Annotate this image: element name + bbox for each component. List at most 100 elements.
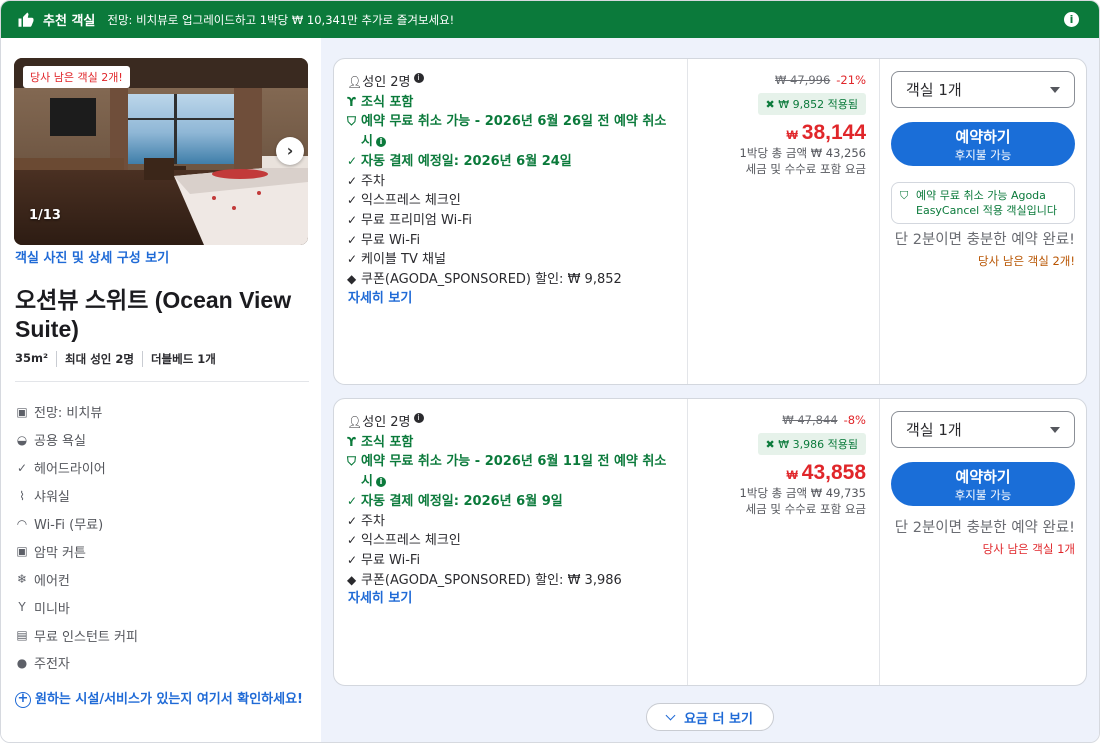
guests-row: 👤︎ 성인 2명 i bbox=[347, 413, 677, 433]
coupon-applied-badge: ✖︎ ₩ 9,852 적용됨 bbox=[757, 93, 866, 115]
check-icon: ✓ bbox=[347, 173, 358, 188]
feature-text: 익스프레스 체크인 bbox=[361, 533, 461, 549]
facility-check-text: 원하는 시설/서비스가 있는지 여기서 확인하세요! bbox=[35, 692, 303, 707]
original-price: ₩ 47,996 bbox=[775, 73, 831, 87]
room-info-panel: 당사 남은 객실 2개! › 1/13 객실 사진 및 상세 구성 보기 오션뷰… bbox=[1, 38, 321, 742]
amenity-label: 주전자 bbox=[34, 657, 70, 673]
coupon-row: ◆ 쿠폰(AGODA_SPONSORED) 할인: ₩ 3,986 bbox=[347, 571, 677, 591]
room-size: 35m² bbox=[15, 351, 49, 365]
room-count-select[interactable]: 객실 1개 bbox=[891, 411, 1075, 448]
coupon-applied-badge: ✖︎ ₩ 3,986 적용됨 bbox=[757, 433, 866, 455]
feature-row: ✓ 무료 Wi-Fi bbox=[347, 231, 677, 251]
free-cancel-row: ⛉ 예약 무료 취소 가능 - 2026년 6월 26일 전 예약 취소 시i bbox=[347, 112, 677, 151]
breakfast-row: ϒ 조식 포함 bbox=[347, 93, 677, 113]
next-photo-button[interactable]: › bbox=[276, 137, 304, 165]
feature-text: 주차 bbox=[361, 513, 385, 529]
amenity-item: ◒ 공용 욕실 bbox=[15, 426, 138, 454]
free-cancel-text: 예약 무료 취소 가능 - 2026년 6월 26일 전 예약 취소 시 bbox=[361, 114, 667, 150]
bathtub-icon: ◒ bbox=[16, 432, 28, 447]
breakfast-row: ϒ 조식 포함 bbox=[347, 433, 677, 453]
amenity-item: ⌇ 샤워실 bbox=[15, 482, 138, 510]
check-icon: ✓ bbox=[347, 153, 358, 168]
book-button-label: 예약하기 bbox=[955, 468, 1011, 486]
room-specs: 35m² 최대 성인 2명 더블베드 1개 bbox=[15, 351, 224, 367]
ticket-icon: ✖︎ bbox=[765, 98, 775, 111]
original-price-line: ₩ 47,996 -21% bbox=[688, 73, 866, 87]
quick-booking-note: 단 2분이면 충분한 예약 완료! bbox=[894, 232, 1075, 248]
info-icon[interactable]: i bbox=[413, 73, 424, 83]
room-count-select[interactable]: 객실 1개 bbox=[891, 71, 1075, 108]
room-title: 오션뷰 스위트 (Ocean View Suite) bbox=[15, 287, 292, 342]
wifi-icon: ◠ bbox=[16, 516, 28, 531]
info-icon[interactable]: i bbox=[413, 413, 424, 423]
offer-card-1: 👤︎ 성인 2명 i ϒ 조식 포함 ⛉ 예약 무료 취소 가능 - 2026년 … bbox=[333, 58, 1087, 385]
offers-area: 👤︎ 성인 2명 i ϒ 조식 포함 ⛉ 예약 무료 취소 가능 - 2026년 … bbox=[321, 38, 1099, 742]
scarcity-badge: 당사 남은 객실 2개! bbox=[23, 66, 130, 88]
feature-row: ✓ 무료 Wi-Fi bbox=[347, 551, 677, 571]
room-occupancy: 최대 성인 2명 bbox=[56, 351, 142, 367]
kettle-icon: ● bbox=[16, 655, 28, 670]
divider bbox=[15, 381, 309, 382]
price-column: ₩ 47,844 -8% ✖︎ ₩ 3,986 적용됨 ₩43,858 1박당 총… bbox=[688, 413, 866, 517]
amenity-item: ▣ 암막 커튼 bbox=[15, 537, 138, 565]
book-button[interactable]: 예약하기 후지불 가능 bbox=[891, 122, 1075, 166]
room-count-value: 객실 1개 bbox=[906, 81, 962, 99]
offer-card-2: 👤︎ 성인 2명 i ϒ 조식 포함 ⛉ 예약 무료 취소 가능 - 2026년 … bbox=[333, 398, 1087, 686]
check-icon: ✓ bbox=[347, 232, 358, 247]
breakfast-text: 조식 포함 bbox=[361, 94, 414, 110]
info-icon[interactable]: i bbox=[375, 476, 386, 487]
booking-column: 객실 1개 예약하기 후지불 가능 ⛉ 예약 무료 취소 가능 Agoda Ea… bbox=[891, 71, 1077, 269]
utensils-icon: ϒ bbox=[347, 434, 356, 449]
snowflake-icon: ❄ bbox=[16, 572, 28, 587]
total-price: 1박당 총 금액 ₩ 43,256 bbox=[739, 146, 866, 160]
check-icon: ✓ bbox=[16, 460, 28, 475]
guests-row: 👤︎ 성인 2명 i bbox=[347, 73, 677, 93]
info-icon[interactable]: i bbox=[1064, 12, 1079, 27]
ticket-icon: ✖︎ bbox=[765, 438, 775, 451]
amenity-item: ● 주전자 bbox=[15, 649, 138, 677]
book-button-label: 예약하기 bbox=[955, 128, 1011, 146]
original-price: ₩ 47,844 bbox=[782, 413, 838, 427]
feature-row: ✓ 익스프레스 체크인 bbox=[347, 531, 677, 551]
room-offer-panel: 추천 객실 전망: 비치뷰로 업그레이드하고 1박당 ₩ 10,341만 추가로… bbox=[0, 0, 1100, 743]
facility-check-link[interactable]: + 원하는 시설/서비스가 있는지 여기서 확인하세요! bbox=[15, 691, 305, 709]
auto-pay-text: 자동 결제 예정일: 2026년 6월 24일 bbox=[361, 153, 572, 169]
feature-text: 무료 프리미엄 Wi-Fi bbox=[361, 212, 473, 228]
amenity-label: 에어컨 bbox=[34, 573, 70, 589]
coupon-applied-text: ₩ 3,986 적용됨 bbox=[778, 438, 858, 451]
feature-row: ✓ 무료 프리미엄 Wi-Fi bbox=[347, 211, 677, 231]
check-icon: ✓ bbox=[347, 513, 358, 528]
rooms-left: 당사 남은 객실 2개! bbox=[978, 254, 1075, 268]
coupon-applied-text: ₩ 9,852 적용됨 bbox=[778, 98, 858, 111]
total-price: 1박당 총 금액 ₩ 49,735 bbox=[739, 486, 866, 500]
check-icon: ✓ bbox=[347, 212, 358, 227]
feature-text: 케이블 TV 채널 bbox=[361, 252, 446, 268]
plus-circle-icon: + bbox=[15, 692, 31, 708]
amenity-label: Wi-Fi (무료) bbox=[34, 518, 104, 533]
details-link[interactable]: 자세히 보기 bbox=[348, 590, 677, 608]
book-button-sublabel: 후지불 가능 bbox=[954, 488, 1012, 502]
banner-title: 추천 객실 bbox=[43, 14, 96, 29]
discount-badge: -8% bbox=[843, 413, 866, 427]
utensils-icon: ϒ bbox=[347, 94, 356, 109]
details-link[interactable]: 자세히 보기 bbox=[348, 290, 677, 308]
person-icon: 👤︎ bbox=[347, 415, 363, 429]
info-icon[interactable]: i bbox=[375, 136, 386, 147]
price-value: 38,144 bbox=[801, 121, 866, 144]
offer-features: 👤︎ 성인 2명 i ϒ 조식 포함 ⛉ 예약 무료 취소 가능 - 2026년 … bbox=[347, 73, 677, 308]
more-prices-button[interactable]: 요금 더 보기 bbox=[646, 703, 774, 731]
amenity-label: 전망: 비치뷰 bbox=[34, 406, 103, 422]
easycancel-box: ⛉ 예약 무료 취소 가능 Agoda EasyCancel 적용 객실입니다 bbox=[891, 182, 1075, 224]
room-photo-link[interactable]: 객실 사진 및 상세 구성 보기 bbox=[15, 247, 169, 266]
coupon-text: 쿠폰(AGODA_SPONSORED) 할인: ₩ 9,852 bbox=[361, 272, 622, 288]
chevron-down-icon bbox=[665, 710, 676, 720]
check-icon: ✓ bbox=[347, 252, 358, 267]
book-button[interactable]: 예약하기 후지불 가능 bbox=[891, 462, 1075, 506]
column-divider bbox=[879, 399, 880, 685]
coupon-text: 쿠폰(AGODA_SPONSORED) 할인: ₩ 3,986 bbox=[361, 572, 622, 588]
cocktail-icon: Y bbox=[18, 600, 26, 615]
discount-badge: -21% bbox=[836, 73, 866, 87]
banner-text: 전망: 비치뷰로 업그레이드하고 1박당 ₩ 10,341만 추가로 즐겨보세요… bbox=[107, 12, 455, 27]
coffee-machine-icon: ▤ bbox=[16, 628, 28, 643]
chevron-right-icon: › bbox=[286, 141, 294, 160]
